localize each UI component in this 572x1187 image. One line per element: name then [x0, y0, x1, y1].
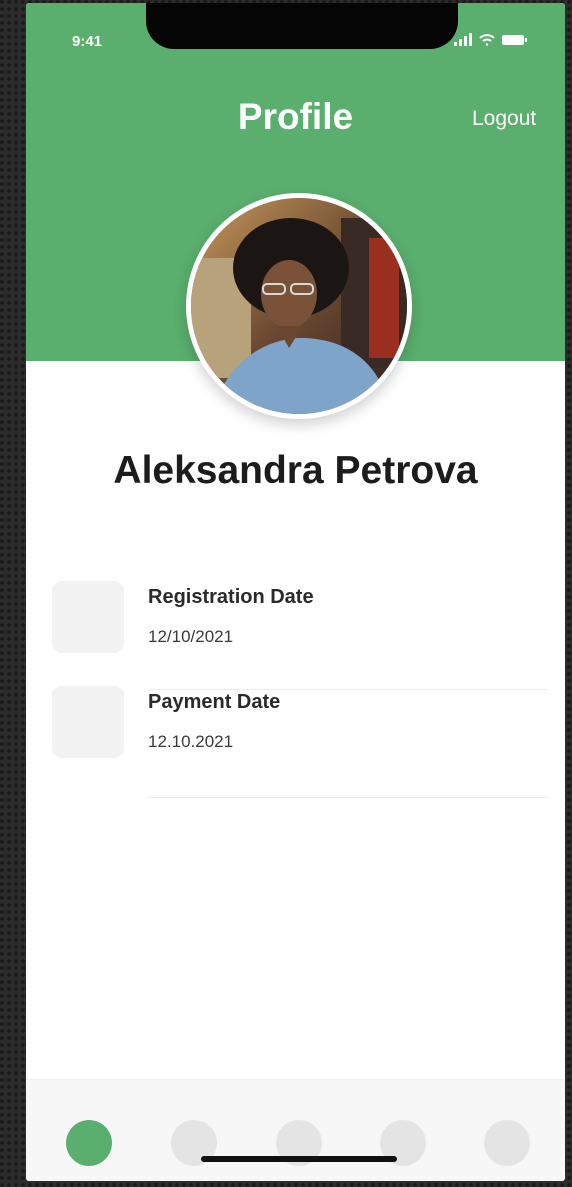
info-item-registration-date: Registration Date 12/10/2021: [52, 581, 565, 661]
logout-button[interactable]: Logout: [472, 107, 536, 131]
device-notch: [146, 3, 458, 49]
wifi-icon: [479, 34, 495, 46]
placeholder-icon: [52, 581, 124, 653]
tab-1-icon[interactable]: [66, 1120, 112, 1166]
status-time: 9:41: [72, 33, 103, 50]
status-icons: [454, 33, 546, 47]
info-item-value: 12.10.2021: [148, 732, 234, 751]
info-item-label: Payment Date: [148, 691, 281, 713]
profile-photo: [191, 198, 407, 414]
info-item-payment-date: Payment Date 12.10.2021: [52, 686, 565, 766]
divider: [148, 797, 548, 798]
home-indicator[interactable]: [201, 1156, 397, 1162]
info-item-label: Registration Date: [148, 586, 314, 608]
info-item-value: 12/10/2021: [148, 627, 234, 646]
tab-5-icon[interactable]: [484, 1120, 530, 1166]
placeholder-icon: [52, 686, 124, 758]
signal-icon: [454, 33, 472, 46]
user-name: Aleksandra Petrova: [113, 449, 478, 492]
avatar[interactable]: [186, 193, 412, 419]
battery-icon: [502, 35, 527, 45]
phone-screen: 9:41 Profile Logout Aleksandra Petrova R…: [26, 3, 565, 1181]
